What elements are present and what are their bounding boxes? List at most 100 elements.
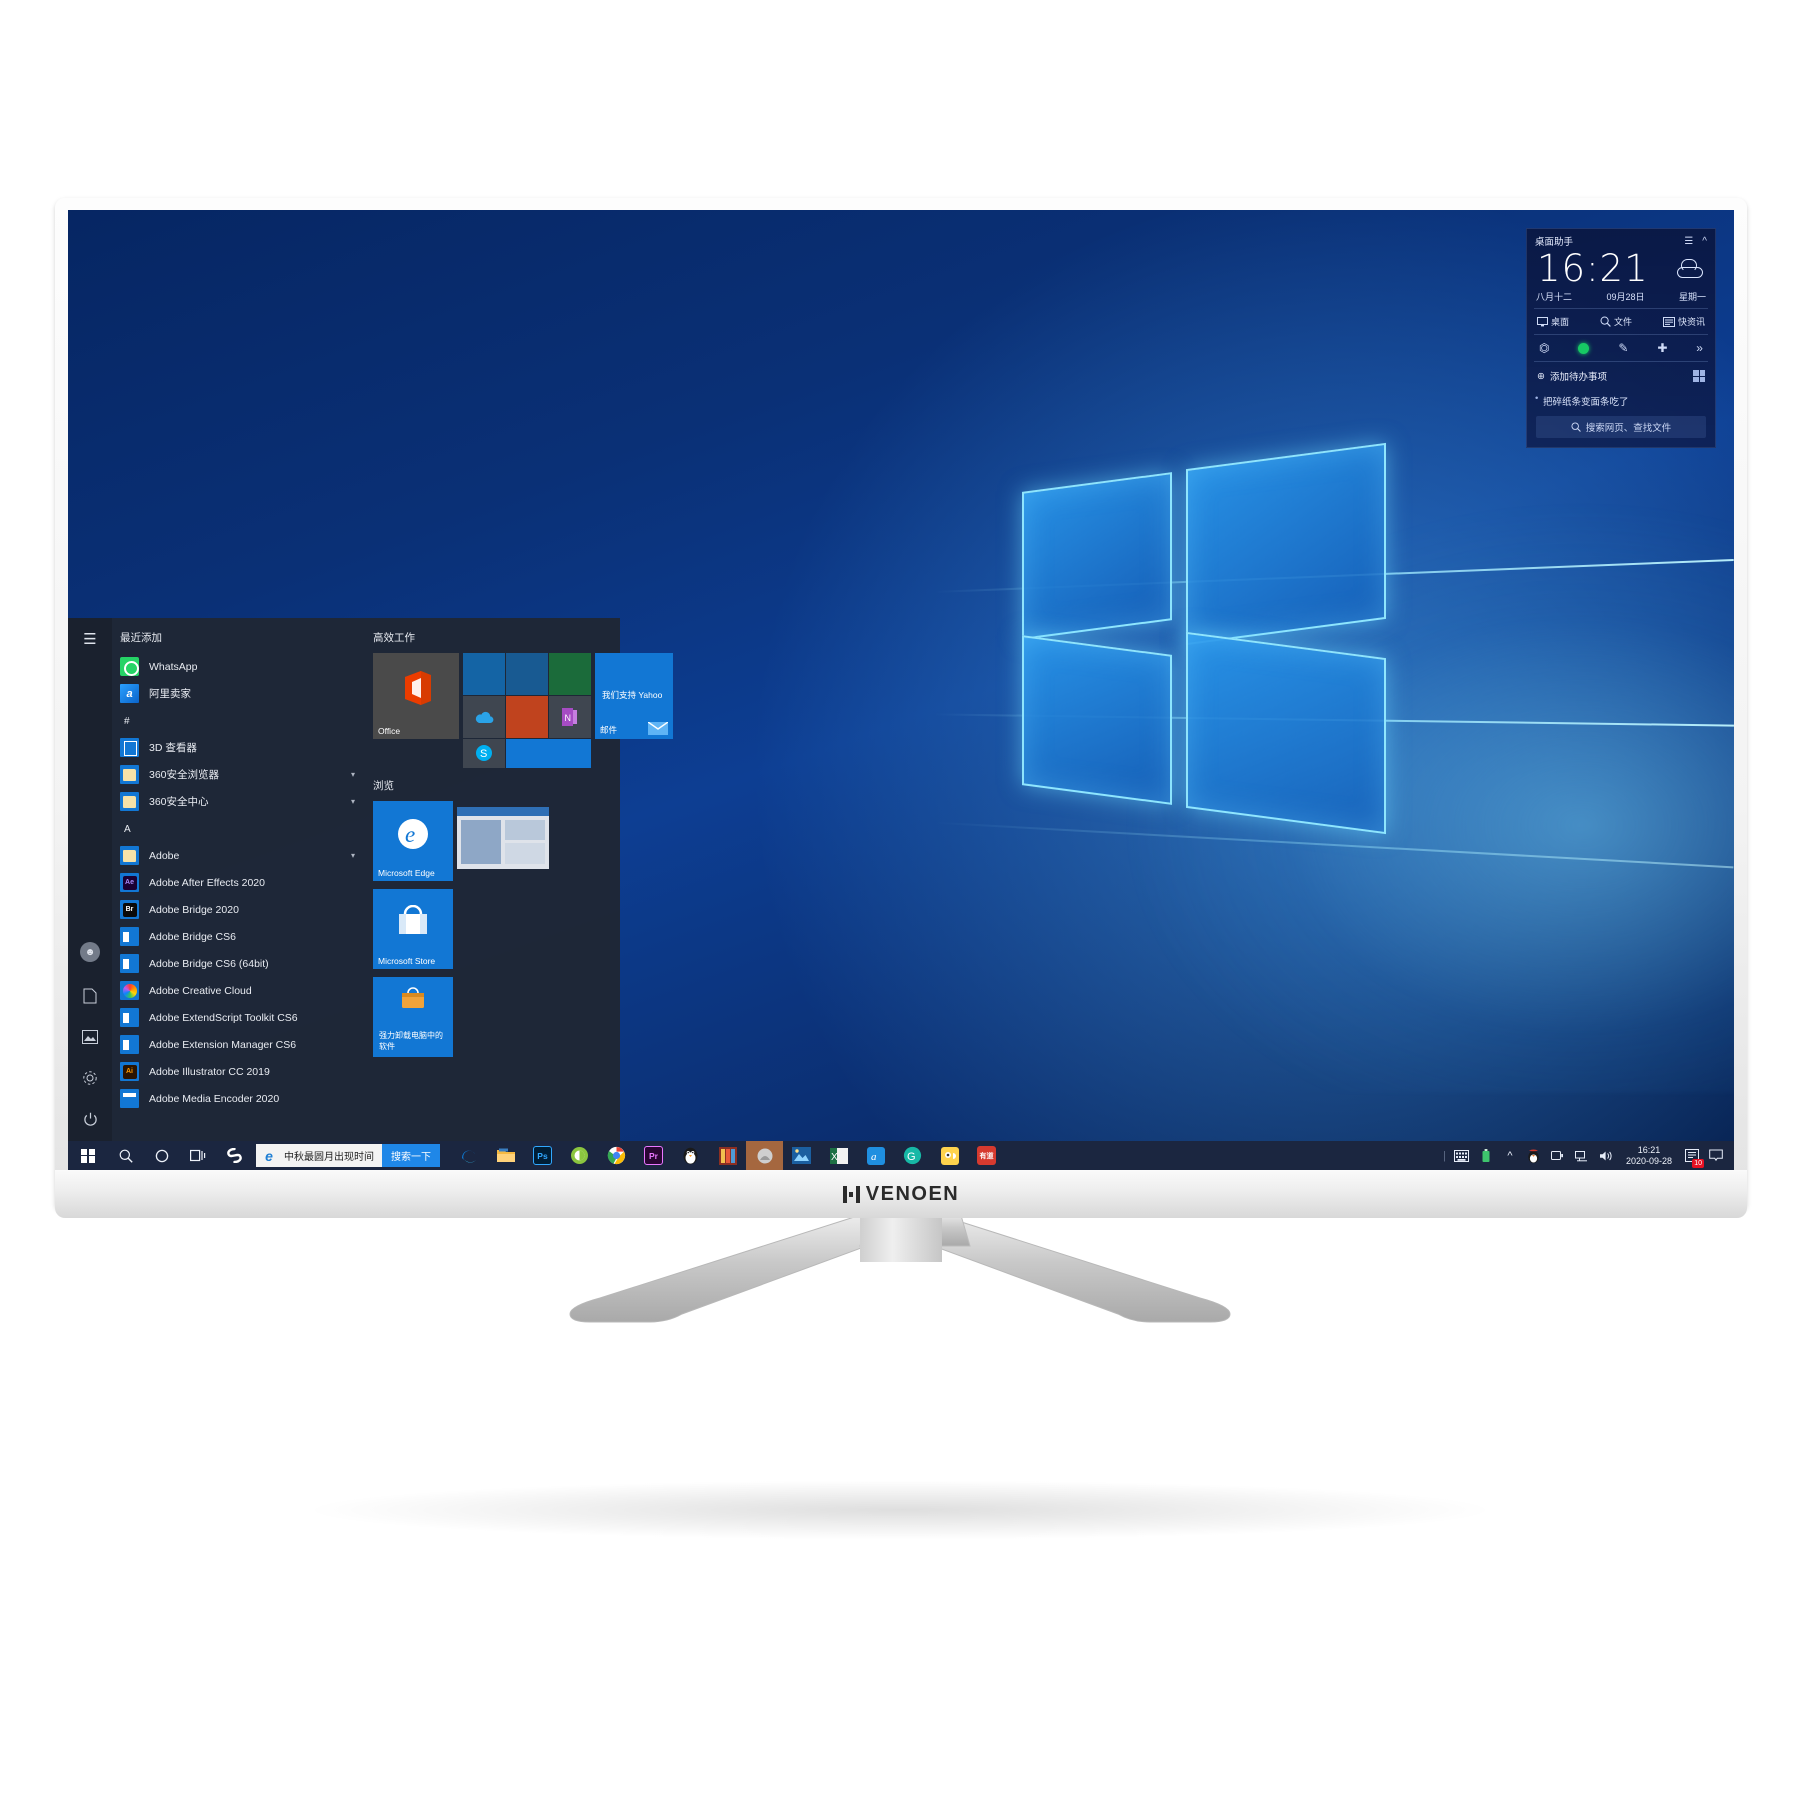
taskbar-app-sogou-pinyin[interactable] [931, 1141, 968, 1170]
note-icon[interactable]: ✎ [1618, 341, 1628, 355]
action-center-icon[interactable]: 10 [1680, 1141, 1704, 1170]
tile-small-5[interactable] [506, 739, 591, 768]
taskbar-app-browser-green[interactable] [561, 1141, 598, 1170]
start-menu[interactable]: ☰ ☻ 最近添加 WhatsApp a 阿里卖家 # 3D 查看器 360安全浏… [68, 618, 673, 1141]
assistant-todo-add[interactable]: ⊕ 添加待办事项 [1527, 362, 1715, 390]
list-item[interactable]: Adobe Extension Manager CS6 [112, 1031, 367, 1058]
taskbar-app-edge[interactable] [450, 1141, 487, 1170]
group-letter[interactable]: A [112, 815, 367, 842]
tile-onenote[interactable]: N [549, 696, 591, 738]
crop-icon[interactable]: ⏣ [1539, 341, 1549, 355]
list-item[interactable]: 360安全中心 ▾ [112, 788, 367, 815]
windows-start-icon[interactable] [68, 1141, 108, 1170]
taskbar-app-winrar[interactable] [709, 1141, 746, 1170]
tile-mail[interactable]: 我们支持 Yahoo 邮件 [595, 653, 673, 739]
list-item[interactable]: Adobe Bridge CS6 (64bit) [112, 950, 367, 977]
list-item[interactable]: 360安全浏览器 ▾ [112, 761, 367, 788]
taskbar[interactable]: e 中秋最圆月出现时间 搜索一下 Ps Pr X a G 有道 | ^ 16:2… [68, 1141, 1734, 1170]
tile-office[interactable]: Office [373, 653, 459, 739]
hamburger-icon[interactable]: ☰ [83, 630, 96, 648]
record-dot-icon[interactable] [1578, 342, 1590, 354]
show-hidden-icons-chevron[interactable]: ^ [1498, 1141, 1522, 1170]
taskbar-app-file-explorer[interactable] [487, 1141, 524, 1170]
grid-icon[interactable] [1693, 370, 1705, 382]
power-icon[interactable] [83, 1112, 98, 1127]
tile-microsoft-edge[interactable]: e Microsoft Edge [373, 801, 453, 881]
screenshot-root: 桌面助手 ☰ ^ 16:21 八月十二 09月28日 星期一 桌面 文件 快资讯… [0, 0, 1800, 1800]
more-chevrons-icon[interactable]: » [1696, 341, 1703, 355]
chevron-down-icon[interactable]: ▾ [351, 797, 355, 806]
assistant-nav-news[interactable]: 快资讯 [1662, 315, 1705, 328]
documents-icon[interactable] [83, 988, 97, 1004]
list-item[interactable]: Adobe ▾ [112, 842, 367, 869]
chevron-down-icon[interactable]: ▾ [351, 770, 355, 779]
start-menu-tiles[interactable]: 高效工作 Office N S 我们支持 Yahoo 邮件 浏览 e Micro… [367, 618, 673, 1141]
group-letter[interactable]: # [112, 707, 367, 734]
skype-icon: S [476, 745, 492, 761]
taskbar-app-aliwangwang[interactable]: a [857, 1141, 894, 1170]
taskbar-app-photo-viewer[interactable] [783, 1141, 820, 1170]
tile-group-title: 浏览 [373, 780, 394, 792]
taskbar-search-box[interactable]: e 中秋最圆月出现时间 搜索一下 [256, 1144, 440, 1167]
list-item[interactable]: Adobe ExtendScript Toolkit CS6 [112, 1004, 367, 1031]
chevron-up-icon[interactable]: ^ [1702, 236, 1707, 247]
list-item[interactable]: 阿里卖家 [112, 680, 367, 707]
hamburger-icon[interactable]: ☰ [1684, 236, 1693, 247]
assistant-note[interactable]: 把碎纸条变面条吃了 [1527, 390, 1715, 416]
volume-icon[interactable] [1594, 1141, 1618, 1170]
tile-small-4[interactable] [506, 696, 548, 738]
list-item[interactable]: Adobe Bridge CS6 [112, 923, 367, 950]
tile-uninstaller[interactable]: 强力卸载电脑中的软件 [373, 977, 453, 1057]
list-item[interactable]: Adobe After Effects 2020 [112, 869, 367, 896]
assistant-search-box[interactable]: 搜索网页、查找文件 [1536, 416, 1706, 438]
taskbar-app-youdao[interactable]: 有道 [968, 1141, 1005, 1170]
search-query[interactable]: 中秋最圆月出现时间 [282, 1148, 382, 1163]
task-view-icon[interactable] [180, 1141, 216, 1170]
search-icon[interactable] [108, 1141, 144, 1170]
add-plus-icon[interactable]: ✚ [1657, 341, 1667, 355]
tile-skype[interactable]: S [463, 739, 505, 768]
assistant-nav-files[interactable]: 文件 [1600, 315, 1632, 328]
taskbar-tray[interactable]: | ^ 16:21 2020-09-28 10 [1439, 1141, 1734, 1170]
taskbar-app-excel[interactable]: X [820, 1141, 857, 1170]
search-button[interactable]: 搜索一下 [382, 1144, 440, 1167]
show-desktop-bar[interactable] [1704, 1141, 1728, 1170]
taskbar-app-photoshop[interactable]: Ps [524, 1141, 561, 1170]
3d-viewer-icon [120, 738, 139, 757]
tile-onedrive[interactable] [463, 696, 505, 738]
pictures-icon[interactable] [82, 1030, 98, 1044]
account-icon[interactable]: ☻ [80, 942, 100, 962]
taskbar-app-qq[interactable] [672, 1141, 709, 1170]
settings-gear-icon[interactable] [82, 1070, 98, 1086]
list-item[interactable]: Adobe Illustrator CC 2019 [112, 1058, 367, 1085]
list-item[interactable]: Adobe Creative Cloud [112, 977, 367, 1004]
usb-battery-icon[interactable] [1474, 1141, 1498, 1170]
keyboard-icon[interactable] [1450, 1141, 1474, 1170]
battery-icon[interactable] [1546, 1141, 1570, 1170]
taskbar-app-360-browser[interactable]: G [894, 1141, 931, 1170]
chevron-down-icon[interactable]: ▾ [351, 851, 355, 860]
tile-small-3[interactable] [549, 653, 591, 695]
taskbar-app-chrome[interactable] [598, 1141, 635, 1170]
taskbar-app-active[interactable] [746, 1141, 783, 1170]
list-item[interactable]: WhatsApp [112, 653, 367, 680]
taskbar-app-premiere[interactable]: Pr [635, 1141, 672, 1170]
taskbar-pinned-apps[interactable]: Ps Pr X a G 有道 [450, 1141, 1005, 1170]
list-item[interactable]: Adobe Media Encoder 2020 [112, 1085, 367, 1112]
desktop-assistant-widget[interactable]: 桌面助手 ☰ ^ 16:21 八月十二 09月28日 星期一 桌面 文件 快资讯… [1526, 228, 1716, 448]
tile-small-2[interactable] [506, 653, 548, 695]
assistant-nav-desktop[interactable]: 桌面 [1537, 315, 1569, 328]
list-item[interactable]: 3D 查看器 [112, 734, 367, 761]
tile-label: Microsoft Edge [378, 868, 435, 878]
list-item[interactable]: Adobe Bridge 2020 [112, 896, 367, 923]
tile-small-1[interactable] [463, 653, 505, 695]
tile-screenshot-preview[interactable] [457, 807, 549, 869]
qq-tray-icon[interactable] [1522, 1141, 1546, 1170]
sogou-icon[interactable] [216, 1141, 252, 1170]
taskbar-clock[interactable]: 16:21 2020-09-28 [1618, 1145, 1680, 1167]
tile-microsoft-store[interactable]: Microsoft Store [373, 889, 453, 969]
premiere-icon: Pr [644, 1146, 663, 1165]
network-icon[interactable] [1570, 1141, 1594, 1170]
cortana-circle-icon[interactable] [144, 1141, 180, 1170]
start-menu-app-list[interactable]: 最近添加 WhatsApp 阿里卖家 # 3D 查看器 360安全浏览器 [112, 618, 367, 1141]
